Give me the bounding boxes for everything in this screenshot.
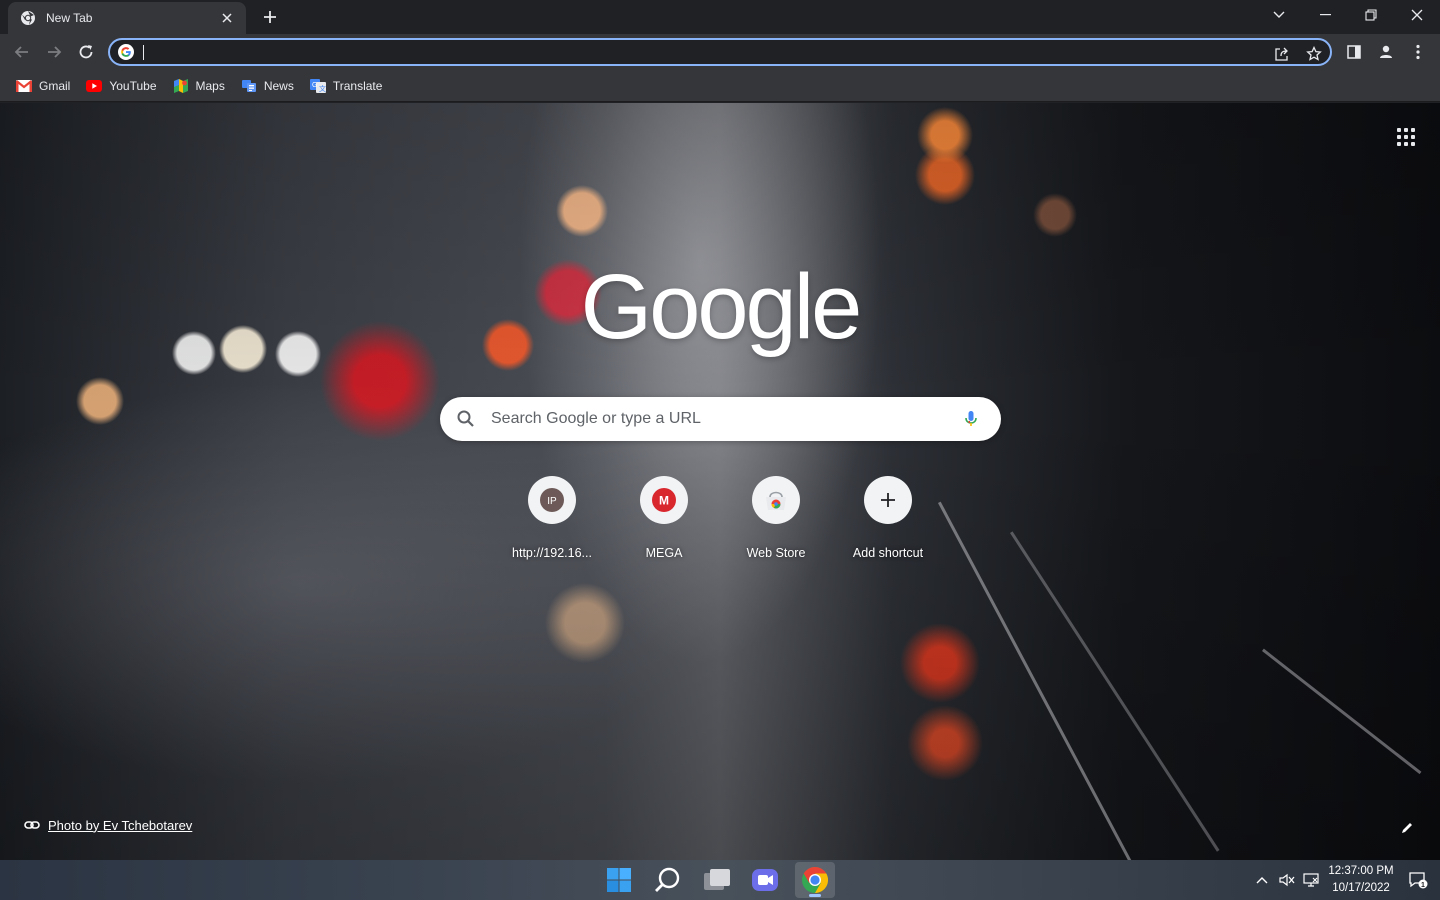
share-icon[interactable]: [1272, 44, 1292, 64]
back-arrow-icon: [14, 46, 28, 58]
link-icon: [24, 821, 40, 829]
back-button[interactable]: [8, 38, 36, 66]
microphone-icon[interactable]: [961, 409, 981, 429]
kebab-menu-icon: [1416, 44, 1420, 60]
ntp-search-input[interactable]: [491, 409, 931, 429]
customize-chrome-button[interactable]: [1396, 817, 1418, 839]
shortcut-label: Web Store: [746, 546, 806, 560]
network-icon[interactable]: [1301, 870, 1321, 890]
close-window-icon[interactable]: [1394, 0, 1440, 30]
reload-icon: [79, 45, 93, 59]
bookmark-maps[interactable]: Maps: [167, 73, 231, 99]
tab-new-tab[interactable]: New Tab: [8, 2, 246, 34]
menu-button[interactable]: [1404, 38, 1432, 66]
minimize-icon[interactable]: [1302, 0, 1348, 30]
profile-icon: [1380, 45, 1392, 58]
ntp-search-box[interactable]: [440, 397, 1001, 441]
clock-date: 10/17/2022: [1332, 882, 1390, 894]
shortcut-web-store[interactable]: Web Store: [720, 476, 832, 572]
google-apps-icon[interactable]: [1394, 125, 1418, 149]
chevron-up-icon: [1256, 877, 1268, 884]
taskbar-search-button[interactable]: [648, 862, 688, 898]
side-panel-button[interactable]: [1340, 38, 1368, 66]
text-caret: [143, 45, 144, 60]
notification-center-button[interactable]: 1: [1408, 870, 1428, 890]
start-button[interactable]: [599, 862, 639, 898]
gmail-icon: [16, 78, 32, 94]
mega-icon: M: [652, 488, 676, 512]
shortcut-label: Add shortcut: [852, 546, 924, 560]
search-icon: [457, 410, 474, 427]
show-hidden-icons-button[interactable]: [1252, 870, 1272, 890]
system-clock[interactable]: 12:37:00 PM 10/17/2022: [1326, 863, 1396, 897]
chrome-favicon-icon: [20, 10, 36, 26]
google-g-icon: [118, 44, 134, 60]
pencil-icon: [1402, 823, 1412, 833]
restore-icon[interactable]: [1348, 0, 1394, 30]
svg-text:1: 1: [1421, 882, 1425, 889]
shortcut-ip-address[interactable]: IP http://192.16...: [496, 476, 608, 572]
svg-text:G: G: [312, 82, 317, 89]
google-logo: Google: [580, 256, 863, 358]
shortcut-label: http://192.16...: [512, 546, 592, 560]
task-view-icon: [704, 869, 730, 890]
teams-chat-button[interactable]: [745, 862, 785, 898]
browser-toolbar: [0, 34, 1440, 70]
translate-icon: G文: [309, 78, 326, 94]
taskbar-chrome-button[interactable]: [795, 862, 835, 898]
new-tab-page: Google IP http://192.16... M MEGA Web St…: [0, 103, 1440, 860]
svg-text:IP: IP: [547, 496, 557, 507]
reload-button[interactable]: [72, 38, 100, 66]
add-shortcut-button[interactable]: Add shortcut: [832, 476, 944, 572]
windows-taskbar: 12:37:00 PM 10/17/2022 1: [0, 860, 1440, 900]
tab-title: New Tab: [46, 11, 93, 25]
ip-letter-icon: IP: [540, 488, 564, 512]
bookmark-star-icon[interactable]: [1304, 44, 1324, 64]
shortcut-tile: [864, 476, 912, 524]
taskbar-search-icon: [655, 867, 680, 892]
shortcut-tile: IP: [528, 476, 576, 524]
tab-search-icon[interactable]: [1256, 0, 1302, 30]
shortcut-mega[interactable]: M MEGA: [608, 476, 720, 572]
side-panel-icon: [1347, 45, 1361, 59]
task-view-button[interactable]: [697, 862, 737, 898]
shortcut-label: MEGA: [645, 546, 683, 560]
bookmark-translate[interactable]: G文 Translate: [304, 73, 389, 99]
close-tab-icon[interactable]: [218, 9, 236, 27]
shortcut-tile: [752, 476, 800, 524]
attribution-link[interactable]: Photo by Ev Tchebotarev: [48, 818, 192, 833]
omnibox[interactable]: [108, 38, 1332, 66]
new-tab-button[interactable]: [258, 5, 282, 29]
bookmark-news[interactable]: News: [235, 73, 300, 99]
volume-muted-icon[interactable]: [1277, 870, 1297, 890]
notification-icon: 1: [1409, 872, 1428, 889]
bookmark-gmail[interactable]: Gmail: [10, 73, 76, 99]
maps-icon: [173, 78, 189, 94]
web-store-icon: [766, 491, 786, 510]
bookmarks-bar: Gmail YouTube Maps News G文 Translate: [0, 70, 1440, 102]
photo-attribution[interactable]: Photo by Ev Tchebotarev: [24, 817, 192, 833]
windows-logo-icon: [607, 868, 631, 892]
profile-button[interactable]: [1372, 38, 1400, 66]
svg-text:文: 文: [319, 84, 326, 93]
chrome-icon: [802, 866, 829, 894]
forward-button[interactable]: [40, 38, 68, 66]
teams-chat-icon: [752, 869, 778, 891]
plus-icon: [881, 493, 895, 507]
shortcut-tile: M: [640, 476, 688, 524]
title-bar: New Tab: [0, 0, 1440, 34]
omnibox-input[interactable]: [140, 42, 1260, 62]
clock-time: 12:37:00 PM: [1328, 865, 1394, 877]
youtube-icon: [86, 78, 103, 94]
svg-text:M: M: [659, 494, 669, 508]
news-icon: [241, 78, 257, 94]
bookmark-youtube[interactable]: YouTube: [80, 73, 162, 99]
forward-arrow-icon: [48, 46, 62, 58]
